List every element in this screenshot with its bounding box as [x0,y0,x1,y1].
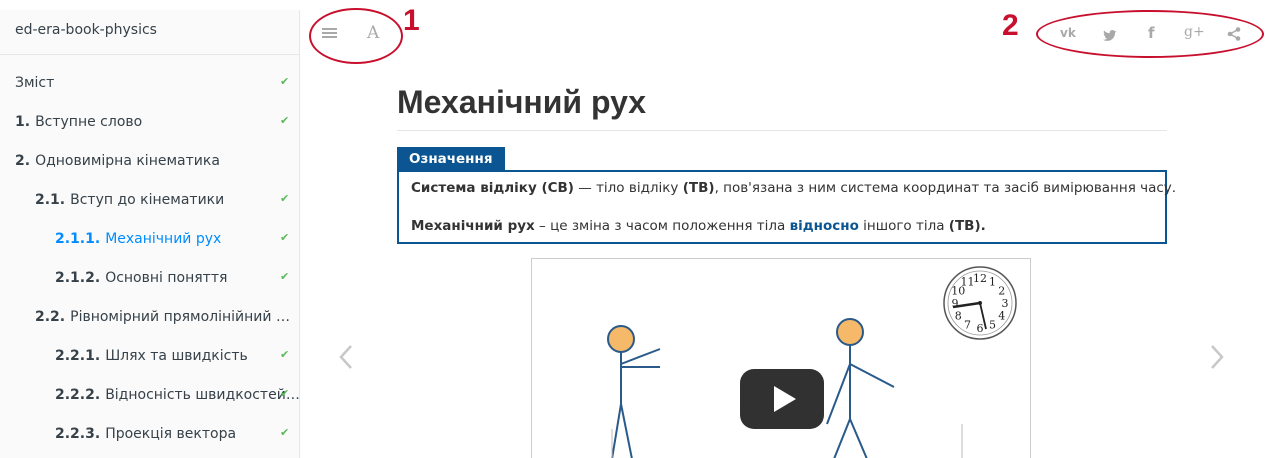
check-icon: ✔ [280,348,290,361]
toc-item[interactable]: 2.1.2. Основні поняття ✔ [0,268,299,288]
toc-item-number: 1. [15,114,31,130]
definition-text: , пов'язана з ним система координат та з… [714,180,1177,196]
toc-item-number: 2.2.2. [55,387,101,403]
annotation-label-1: 1 [403,4,420,37]
term-abbrev: (ТВ) [682,180,715,196]
toc-item[interactable]: 2.2.2. Відносність швидкостей т... ✔ [0,385,300,405]
toc-item-number: 2.2.3. [55,426,101,442]
toc-item[interactable]: 2.2. Рівномірний прямолінійний рух [0,307,299,327]
title-divider [397,130,1167,131]
stick-figure-left [607,325,661,458]
clock-numeral: 12 [973,272,987,285]
clock-numeral: 8 [955,310,962,323]
definition-line-1: Система відліку (СВ) — тіло відліку (ТВ)… [411,180,1176,196]
video-frame: 12 1234567891011 [607,266,1017,458]
term-abbrev: (ТВ). [948,218,986,234]
previous-page-arrow[interactable] [338,344,354,374]
annotation-ellipse-2 [1036,10,1264,58]
toc-item-label: Проекція вектора [105,426,237,442]
clock-numeral: 4 [998,310,1005,323]
clock-numeral: 11 [961,275,975,288]
sidebar: ed-era-book-physics Зміст ✔ 1. Вступне слов… [0,10,300,458]
check-icon: ✔ [280,75,290,88]
toc-item-label: Вступне слово [35,114,143,130]
annotation-ellipse-1 [309,8,403,64]
check-icon: ✔ [280,387,290,400]
toc-item-label: Вступ до кінематики [70,192,225,208]
check-icon: ✔ [280,426,290,439]
term-reference-frame: Система відліку (СВ) [411,180,574,196]
check-icon: ✔ [280,192,290,205]
video-player[interactable]: 12 1 2 3 4 5 6 7 8 9 10 11 [531,258,1031,458]
clock-icon: 12 1234567891011 [943,266,1017,340]
toc-item-label: Механічний рух [105,231,222,247]
definition-text: – це зміна з часом положення тіла [534,218,790,234]
toc-item-number: 2.2.1. [55,348,101,364]
clock-numeral: 1 [989,275,996,288]
clock-numeral: 7 [964,319,971,332]
book-title[interactable]: ed-era-book-physics [0,10,299,55]
definition-box: Система відліку (СВ) — тіло відліку (ТВ)… [397,170,1176,244]
page-title: Механічний рух [397,84,647,120]
toc-item[interactable]: 1. Вступне слово ✔ [0,112,299,132]
check-icon: ✔ [280,231,290,244]
toc-item-label: Зміст [15,75,55,91]
definition-text: іншого тіла [858,218,949,234]
clock-numeral: 5 [989,319,996,332]
toc-item-label: Рівномірний прямолінійний рух [70,309,296,325]
toc-item-number: 2.1. [35,192,66,208]
clock-numeral: 2 [998,285,1005,298]
term-mechanical-motion: Механічний рух [411,218,535,234]
toc-item-number: 2.2. [35,309,66,325]
toc-item-label: Основні поняття [105,270,228,286]
toc-item-label: Відносність швидкостей т... [105,387,300,403]
check-icon: ✔ [280,114,290,127]
toc-item[interactable]: 2.2.1. Шлях та швидкість ✔ [0,346,299,366]
toc-item[interactable]: Зміст ✔ [0,73,299,93]
toc-item-label: Шлях та швидкість [105,348,248,364]
toc-item-number: 2.1.1. [55,231,101,247]
toc-item[interactable]: 2.1.1. Механічний рух ✔ [0,229,299,249]
clock-numeral: 6 [977,322,984,335]
toc-item-number: 2.1.2. [55,270,101,286]
definition-text: — тіло відліку [573,180,683,196]
annotation-label-2: 2 [1002,9,1019,42]
toc-item[interactable]: 2.2.3. Проекція вектора ✔ [0,424,299,444]
clock-numeral: 9 [952,297,959,310]
next-page-arrow[interactable] [1209,344,1225,374]
clock-numeral: 3 [1002,297,1009,310]
highlight-relative: відносно [789,218,859,234]
toc-item-number: 2. [15,153,31,169]
definition-tab: Означення [397,147,505,171]
toc-item[interactable]: 2.1. Вступ до кінематики ✔ [0,190,299,210]
check-icon: ✔ [280,270,290,283]
toc-item[interactable]: 2. Одновимірна кінематика [0,151,299,171]
toc-item-label: Одновимірна кінематика [35,153,220,169]
stick-figure-right [826,318,895,458]
play-icon [740,369,824,429]
definition-line-2: Механічний рух – це зміна з часом положе… [411,218,986,234]
